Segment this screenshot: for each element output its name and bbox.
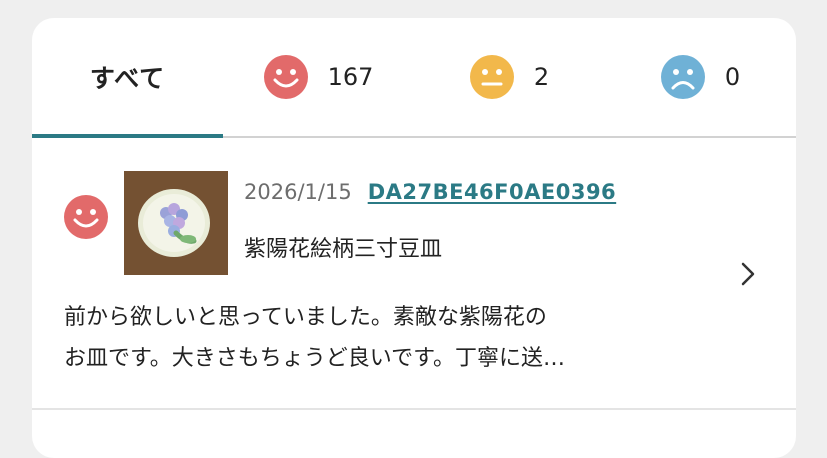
tab-bad[interactable]: 0 [605, 18, 796, 136]
sad-face-icon [660, 55, 705, 99]
tab-good[interactable]: 167 [223, 18, 414, 136]
product-name: 紫陽花絵柄三寸豆皿 [244, 237, 443, 262]
rating-tabs: すべて 167 2 0 [32, 18, 796, 138]
normal-count: 2 [533, 63, 550, 91]
good-count: 167 [327, 63, 374, 91]
tab-all-label: すべて [89, 64, 166, 93]
review-date: 2026/1/15 [244, 180, 352, 204]
tab-normal[interactable]: 2 [414, 18, 605, 136]
comment-line: 前から欲しいと思っていました。素敵な紫陽花の [64, 305, 547, 330]
product-thumbnail [124, 171, 228, 275]
neutral-face-icon [469, 55, 514, 99]
comment-line: お皿です。大きさもちょうど良いです。丁寧に送… [64, 346, 565, 371]
tab-all[interactable]: すべて [32, 18, 223, 136]
order-id-link[interactable]: DA27BE46F0AE0396 [368, 180, 617, 204]
bad-count: 0 [724, 63, 741, 91]
review-comment: 前から欲しいと思っていました。素敵な紫陽花の お皿です。大きさもちょうど良いです… [64, 297, 704, 379]
chevron-right-icon[interactable] [737, 259, 759, 289]
good-face-icon [64, 195, 108, 239]
good-face-icon [263, 55, 308, 99]
review-meta: 2026/1/15 DA27BE46F0AE0396 [244, 180, 616, 204]
